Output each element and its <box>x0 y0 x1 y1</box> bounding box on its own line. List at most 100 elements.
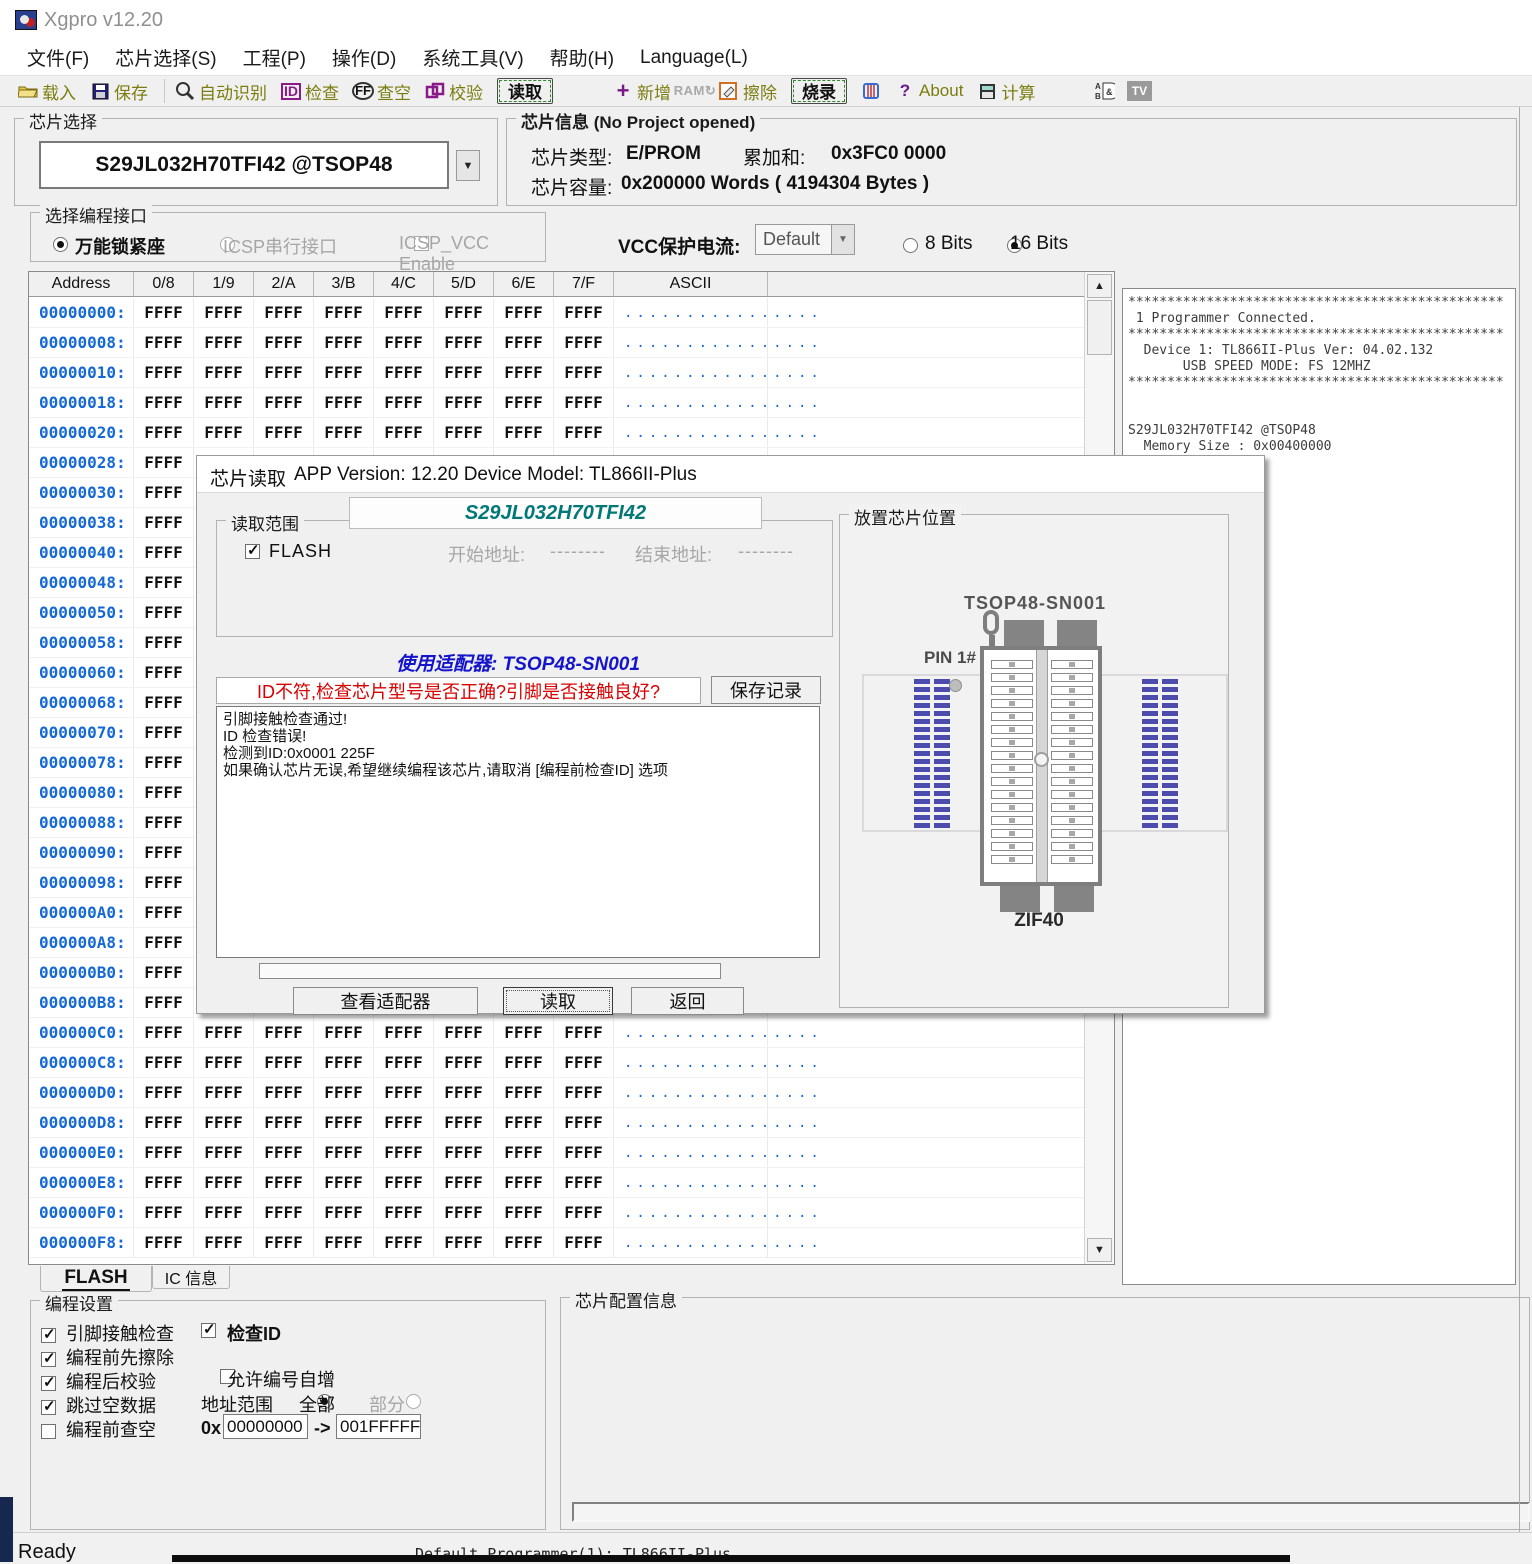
hex-value-cell[interactable]: FFFF <box>254 1198 314 1227</box>
hex-address-cell[interactable]: 00000038: <box>29 508 134 537</box>
hex-value-cell[interactable]: FFFF <box>134 988 194 1017</box>
hex-value-cell[interactable]: FFFF <box>254 328 314 357</box>
hex-value-cell[interactable]: FFFF <box>134 928 194 957</box>
hex-value-cell[interactable]: FFFF <box>554 358 614 387</box>
toolbar-calc-button[interactable]: 计算 <box>977 78 1035 104</box>
hex-value-cell[interactable]: FFFF <box>494 1198 554 1227</box>
settings-checkbox-0[interactable] <box>41 1328 56 1343</box>
hex-value-cell[interactable]: FFFF <box>134 808 194 837</box>
hex-address-cell[interactable]: 00000088: <box>29 808 134 837</box>
hex-value-cell[interactable]: FFFF <box>554 1018 614 1047</box>
hex-value-cell[interactable]: FFFF <box>374 328 434 357</box>
toolbar-chip-button[interactable] <box>861 78 881 104</box>
hex-value-cell[interactable]: FFFF <box>134 1138 194 1167</box>
toolbar-burn-button[interactable]: 烧录 <box>791 78 847 104</box>
hex-value-cell[interactable]: FFFF <box>134 358 194 387</box>
hex-value-cell[interactable]: FFFF <box>314 1048 374 1077</box>
hex-value-cell[interactable]: FFFF <box>254 1138 314 1167</box>
hex-address-cell[interactable]: 00000008: <box>29 328 134 357</box>
hex-value-cell[interactable]: FFFF <box>134 1018 194 1047</box>
hex-value-cell[interactable]: FFFF <box>194 1108 254 1137</box>
read-button[interactable]: 读取 <box>503 987 613 1015</box>
hex-value-cell[interactable]: FFFF <box>194 1228 254 1257</box>
hex-value-cell[interactable]: FFFF <box>314 1138 374 1167</box>
hex-value-cell[interactable]: FFFF <box>554 1108 614 1137</box>
chip-select-combobox[interactable]: S29JL032H70TFI42 @TSOP48 <box>39 141 449 189</box>
address-part-radio[interactable] <box>406 1394 421 1409</box>
hex-value-cell[interactable]: FFFF <box>434 1198 494 1227</box>
toolbar-about-button[interactable]: ?About <box>895 78 963 104</box>
toolbar-tv-button[interactable]: TV <box>1129 78 1149 104</box>
hex-address-cell[interactable]: 00000040: <box>29 538 134 567</box>
hex-value-cell[interactable]: FFFF <box>134 718 194 747</box>
back-button[interactable]: 返回 <box>631 987 744 1015</box>
hex-address-cell[interactable]: 00000060: <box>29 658 134 687</box>
hex-value-cell[interactable]: FFFF <box>494 388 554 417</box>
hex-value-cell[interactable]: FFFF <box>554 1168 614 1197</box>
flash-checkbox[interactable] <box>245 544 260 559</box>
hex-value-cell[interactable]: FFFF <box>134 568 194 597</box>
hex-value-cell[interactable]: FFFF <box>554 1198 614 1227</box>
hex-value-cell[interactable]: FFFF <box>374 358 434 387</box>
hex-value-cell[interactable]: FFFF <box>374 1018 434 1047</box>
hex-address-cell[interactable]: 00000050: <box>29 598 134 627</box>
hex-value-cell[interactable]: FFFF <box>134 1048 194 1077</box>
hex-value-cell[interactable]: FFFF <box>254 298 314 327</box>
toolbar-id-check-button[interactable]: ID检查 <box>281 78 339 104</box>
hex-value-cell[interactable]: FFFF <box>134 838 194 867</box>
hex-value-cell[interactable]: FFFF <box>494 298 554 327</box>
hex-value-cell[interactable]: FFFF <box>494 1048 554 1077</box>
hex-value-cell[interactable]: FFFF <box>554 418 614 447</box>
hex-address-cell[interactable]: 00000078: <box>29 748 134 777</box>
hex-value-cell[interactable]: FFFF <box>194 1138 254 1167</box>
hex-value-cell[interactable]: FFFF <box>134 448 194 477</box>
hex-address-cell[interactable]: 000000A0: <box>29 898 134 927</box>
hex-address-cell[interactable]: 00000000: <box>29 298 134 327</box>
hex-value-cell[interactable]: FFFF <box>134 958 194 987</box>
hex-value-cell[interactable]: FFFF <box>314 1198 374 1227</box>
socket-radio[interactable] <box>53 237 68 252</box>
hex-value-cell[interactable]: FFFF <box>134 868 194 897</box>
toolbar-add-button[interactable]: +新增 <box>613 78 671 104</box>
hex-address-cell[interactable]: 00000098: <box>29 868 134 897</box>
tab-flash[interactable]: FLASH <box>40 1266 152 1292</box>
hex-value-cell[interactable]: FFFF <box>194 1198 254 1227</box>
settings-checkbox-1[interactable] <box>41 1352 56 1367</box>
settings-checkbox-4[interactable] <box>41 1424 56 1439</box>
hex-value-cell[interactable]: FFFF <box>314 1168 374 1197</box>
hex-value-cell[interactable]: FFFF <box>194 1018 254 1047</box>
hex-value-cell[interactable]: FFFF <box>134 418 194 447</box>
hex-value-cell[interactable]: FFFF <box>254 1018 314 1047</box>
hex-value-cell[interactable]: FFFF <box>374 1168 434 1197</box>
hex-address-cell[interactable]: 00000020: <box>29 418 134 447</box>
hex-value-cell[interactable]: FFFF <box>254 1048 314 1077</box>
hex-value-cell[interactable]: FFFF <box>314 418 374 447</box>
hex-value-cell[interactable]: FFFF <box>374 1078 434 1107</box>
start-address-input[interactable]: 00000000 <box>223 1414 308 1439</box>
hex-address-cell[interactable]: 000000D8: <box>29 1108 134 1137</box>
hex-value-cell[interactable]: FFFF <box>134 478 194 507</box>
chip-select-dropdown-button[interactable]: ▼ <box>456 150 480 181</box>
hex-address-cell[interactable]: 00000028: <box>29 448 134 477</box>
hex-address-cell[interactable]: 00000090: <box>29 838 134 867</box>
hex-value-cell[interactable]: FFFF <box>254 1078 314 1107</box>
hex-value-cell[interactable]: FFFF <box>314 328 374 357</box>
hex-value-cell[interactable]: FFFF <box>434 358 494 387</box>
hex-value-cell[interactable]: FFFF <box>134 598 194 627</box>
hex-value-cell[interactable]: FFFF <box>434 1018 494 1047</box>
hex-address-cell[interactable]: 000000C8: <box>29 1048 134 1077</box>
toolbar-ram-button[interactable]: RAM↻ <box>685 78 705 104</box>
hex-value-cell[interactable]: FFFF <box>194 1048 254 1077</box>
menu-item-2[interactable]: 工程(P) <box>230 40 319 75</box>
hex-address-cell[interactable]: 000000F8: <box>29 1228 134 1257</box>
hex-value-cell[interactable]: FFFF <box>194 388 254 417</box>
hex-value-cell[interactable]: FFFF <box>434 388 494 417</box>
hex-value-cell[interactable]: FFFF <box>434 328 494 357</box>
hex-value-cell[interactable]: FFFF <box>374 1108 434 1137</box>
hex-value-cell[interactable]: FFFF <box>494 1138 554 1167</box>
settings-checkbox-3[interactable] <box>41 1400 56 1415</box>
hex-value-cell[interactable]: FFFF <box>254 1228 314 1257</box>
hex-value-cell[interactable]: FFFF <box>134 1078 194 1107</box>
hex-value-cell[interactable]: FFFF <box>134 688 194 717</box>
hex-value-cell[interactable]: FFFF <box>134 508 194 537</box>
